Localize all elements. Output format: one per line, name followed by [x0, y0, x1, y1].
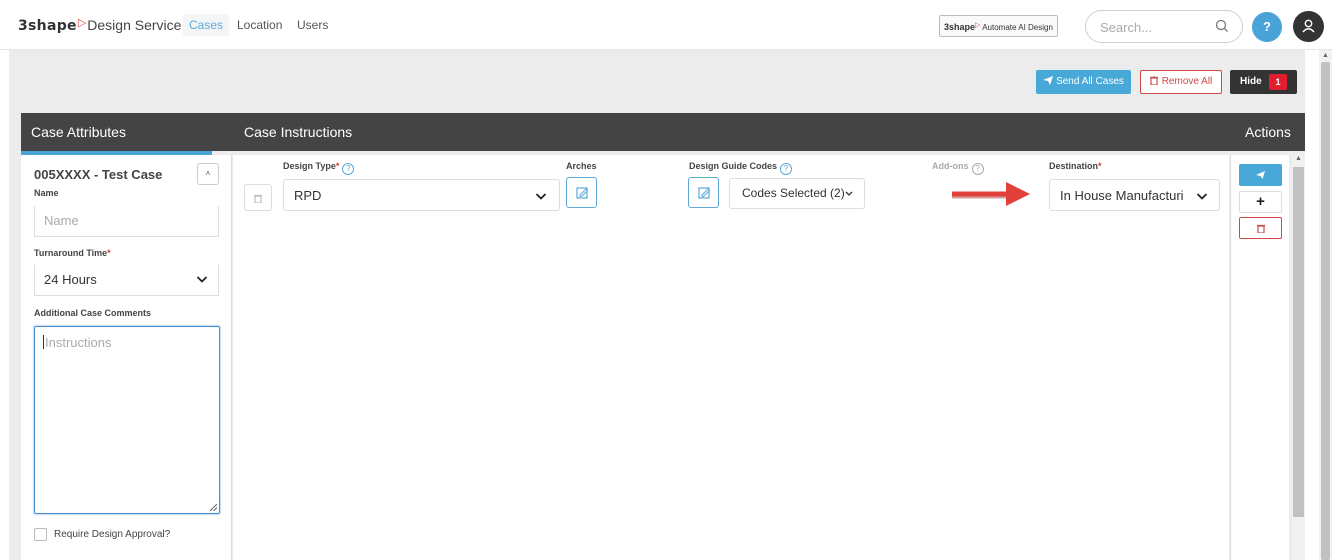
page-scrollbar[interactable]: ▲ [1319, 50, 1332, 560]
turnaround-time-select[interactable]: 24 Hours [34, 265, 219, 296]
service-name: Design Service [87, 17, 182, 33]
send-case-button[interactable] [1239, 164, 1282, 186]
help-button[interactable]: ? [1252, 12, 1282, 42]
design-guide-codes-label-text: Design Guide Codes [689, 161, 778, 171]
case-instructions-heading: Case Instructions [244, 124, 353, 140]
chevron-down-icon [196, 276, 208, 283]
require-approval-label: Require Design Approval? [54, 529, 171, 540]
hide-count-badge: 1 [1269, 74, 1287, 90]
panel-scrollbar[interactable]: ▲ [1292, 155, 1305, 560]
chevron-up-icon: ˄ [205, 169, 211, 178]
automate-badge-label: Automate AI Design [982, 23, 1053, 32]
remove-all-button[interactable]: Remove All [1140, 70, 1222, 94]
name-input[interactable]: Name [34, 206, 219, 237]
name-label: Name [34, 188, 59, 198]
design-guide-codes-dropdown[interactable]: Codes Selected (2) [729, 178, 865, 209]
edit-icon [576, 187, 589, 199]
destination-value: In House Manufacturi [1060, 188, 1184, 203]
delete-row-button[interactable] [244, 184, 272, 211]
chevron-down-icon [1196, 193, 1208, 200]
additional-comments-textarea[interactable]: Instructions [34, 326, 220, 514]
required-asterisk: * [107, 248, 111, 258]
hide-label: Hide [1240, 76, 1262, 87]
nav-cases[interactable]: Cases [183, 14, 230, 36]
plus-icon: + [1256, 193, 1265, 210]
chevron-down-icon [845, 191, 853, 196]
comments-placeholder: Instructions [45, 335, 112, 350]
section-header-bar: Case Attributes Case Instructions Action… [21, 113, 1305, 151]
brand-logo-text: 3shape [18, 18, 77, 34]
search-input[interactable] [1100, 17, 1210, 37]
edit-icon [698, 187, 711, 199]
add-row-button[interactable]: + [1239, 191, 1282, 213]
require-approval-checkbox[interactable] [34, 528, 47, 541]
add-ons-label-text: Add-ons [932, 161, 969, 171]
logo-triangle-icon: ▷ [77, 17, 87, 29]
design-type-label-text: Design Type [283, 161, 336, 171]
top-navbar: 3shape▷Design Service Cases Location Use… [0, 0, 1332, 50]
nav-users[interactable]: Users [297, 16, 328, 34]
user-avatar[interactable] [1293, 11, 1324, 42]
required-asterisk: * [335, 161, 340, 171]
actions-panel: + [1230, 155, 1289, 560]
scroll-up-arrow-icon[interactable]: ▲ [1322, 52, 1329, 59]
add-ons-label: Add-ons? [932, 161, 984, 175]
send-all-cases-label: Send All Cases [1056, 76, 1124, 87]
text-caret [43, 335, 44, 349]
design-guide-codes-value: Codes Selected (2) [742, 186, 845, 200]
resize-grip-icon[interactable] [209, 503, 217, 511]
badge-triangle-icon: ▷ [975, 22, 981, 29]
send-icon [1043, 76, 1054, 85]
turnaround-time-label: Turnaround Time* [34, 248, 111, 258]
design-type-select[interactable]: RPD [283, 179, 560, 211]
case-attributes-panel: 005XXXX - Test Case ˄ Name Name Turnarou… [21, 155, 232, 560]
design-guide-codes-label: Design Guide Codes? [689, 161, 793, 175]
destination-select[interactable]: In House Manufacturi [1049, 179, 1220, 211]
trash-icon [254, 194, 262, 204]
hide-button[interactable]: Hide 1 [1230, 70, 1297, 94]
design-type-value: RPD [294, 188, 322, 203]
send-icon [1256, 171, 1265, 179]
search-icon[interactable] [1214, 18, 1230, 34]
turnaround-time-value: 24 Hours [44, 272, 97, 287]
help-question-icon[interactable]: ? [342, 163, 355, 175]
app-logo[interactable]: 3shape▷Design Service [18, 16, 181, 34]
automate-badge-brand: 3shape [944, 22, 976, 32]
scroll-up-arrow-icon[interactable]: ▲ [1295, 155, 1302, 162]
name-placeholder: Name [44, 213, 79, 228]
case-title: 005XXXX - Test Case [34, 167, 163, 182]
trash-icon [1256, 224, 1265, 234]
panel-scrollbar-thumb[interactable] [1293, 167, 1304, 517]
required-asterisk: * [1098, 161, 1102, 171]
automate-ai-design-badge[interactable]: 3shape▷ Automate AI Design [939, 15, 1058, 37]
help-question-icon[interactable]: ? [971, 163, 984, 175]
chevron-down-icon [535, 193, 547, 200]
send-all-cases-button[interactable]: Send All Cases [1036, 70, 1131, 94]
annotation-arrow-icon [952, 182, 1030, 206]
delete-case-button[interactable] [1239, 217, 1282, 239]
collapse-button[interactable]: ˄ [197, 163, 219, 185]
additional-comments-label: Additional Case Comments [34, 308, 152, 318]
remove-all-label: Remove All [1161, 76, 1213, 87]
destination-label: Destination* [1049, 161, 1102, 171]
arches-edit-button[interactable] [566, 177, 597, 208]
user-icon [1302, 19, 1315, 33]
trash-icon [1149, 75, 1158, 86]
destination-label-text: Destination [1049, 161, 1099, 171]
case-instructions-panel: Design Type*? Arches Design Guide Codes?… [233, 155, 1229, 560]
arches-label: Arches [566, 161, 597, 171]
case-attributes-heading: Case Attributes [31, 124, 126, 140]
page-scrollbar-thumb[interactable] [1321, 62, 1330, 560]
design-type-label: Design Type*? [283, 161, 355, 175]
turnaround-time-label-text: Turnaround Time [34, 248, 108, 258]
search-box [1085, 10, 1243, 43]
actions-heading: Actions [1245, 124, 1291, 140]
help-question-icon[interactable]: ? [780, 163, 793, 175]
nav-location[interactable]: Location [237, 16, 282, 34]
design-guide-codes-edit-button[interactable] [688, 177, 719, 208]
